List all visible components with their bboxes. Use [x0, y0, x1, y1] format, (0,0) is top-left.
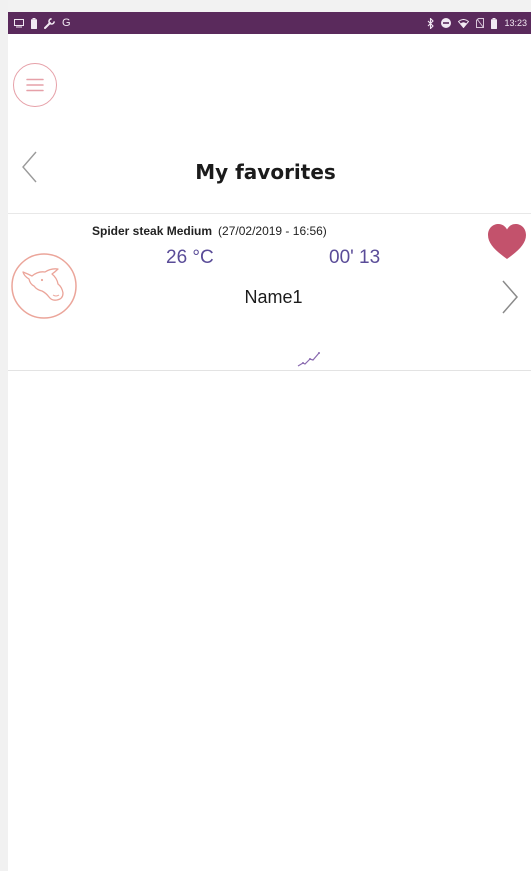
screen-icon [14, 18, 24, 28]
hamburger-menu-icon [26, 78, 44, 92]
favorite-cut: Spider steak Medium [92, 224, 213, 238]
chevron-right-icon[interactable] [498, 277, 522, 317]
battery-saver-icon [31, 17, 37, 29]
favorite-date: (27/02/2019 - 16:56) [218, 224, 327, 238]
left-edge [0, 0, 8, 871]
wifi-icon [458, 18, 470, 28]
status-right-icons: 13:23 [427, 17, 527, 29]
favorite-duration: 00' 13 [329, 247, 381, 268]
page-title: My favorites [195, 160, 336, 184]
favorite-item[interactable]: Spider steak Medium (27/02/2019 - 16:56) … [8, 213, 531, 371]
favorite-temperature: 26 °C [166, 247, 214, 268]
do-not-disturb-icon [441, 18, 452, 28]
status-left-icons: G [14, 17, 71, 29]
wrench-icon [44, 17, 55, 29]
top-margin [0, 0, 531, 12]
favorite-title: Spider steak Medium (27/02/2019 - 16:56) [92, 224, 327, 238]
battery-icon [491, 17, 498, 29]
no-sim-icon [476, 18, 485, 28]
status-bar: G 13:23 [8, 12, 531, 34]
bluetooth-icon [427, 17, 435, 29]
cow-head-icon [11, 253, 77, 319]
favorite-name: Name1 [244, 287, 303, 307]
google-icon: G [62, 17, 71, 29]
heart-icon[interactable] [486, 223, 528, 261]
temperature-curve-icon[interactable] [296, 349, 322, 369]
status-time: 13:23 [504, 18, 527, 28]
menu-button[interactable] [13, 63, 57, 107]
